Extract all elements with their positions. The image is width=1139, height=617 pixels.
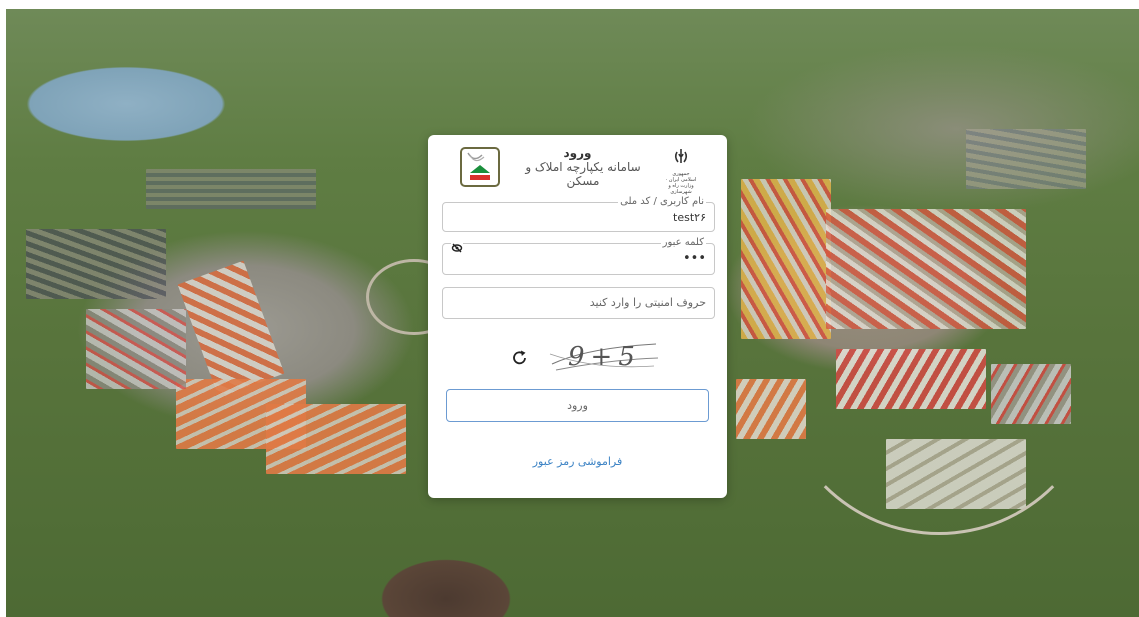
- system-name: سامانه یکپارچه املاک و مسکن: [525, 160, 641, 188]
- forgot-password-link[interactable]: فراموشی رمز عبور: [428, 455, 727, 468]
- username-value: test۲۶: [673, 211, 706, 224]
- login-button[interactable]: ورود: [446, 389, 709, 422]
- refresh-icon[interactable]: [510, 348, 530, 368]
- login-header: ورود سامانه یکپارچه املاک و مسکن جمهوری …: [428, 135, 727, 195]
- captcha-image: 9+5: [546, 340, 664, 376]
- password-field[interactable]: کلمه عبور •••: [442, 236, 715, 275]
- iran-emblem-icon: جمهوری اسلامی ایران · وزارت راه و شهرساز…: [664, 147, 698, 195]
- username-field[interactable]: نام کاربری / کد ملی test۲۶: [442, 195, 715, 232]
- username-label: نام کاربری / کد ملی: [618, 195, 706, 209]
- captcha-text: 9+5: [568, 342, 641, 372]
- emblem-caption: جمهوری اسلامی ایران · وزارت راه و شهرساز…: [665, 171, 697, 195]
- password-value: •••: [682, 251, 706, 266]
- eye-slash-icon[interactable]: [451, 238, 463, 253]
- login-card: ورود سامانه یکپارچه املاک و مسکن جمهوری …: [428, 135, 727, 498]
- captcha-input[interactable]: حروف امنیتی را وارد کنید: [442, 287, 715, 319]
- captcha-row: 9+5: [428, 340, 727, 376]
- captcha-placeholder: حروف امنیتی را وارد کنید: [589, 296, 706, 309]
- password-label: کلمه عبور: [660, 236, 706, 250]
